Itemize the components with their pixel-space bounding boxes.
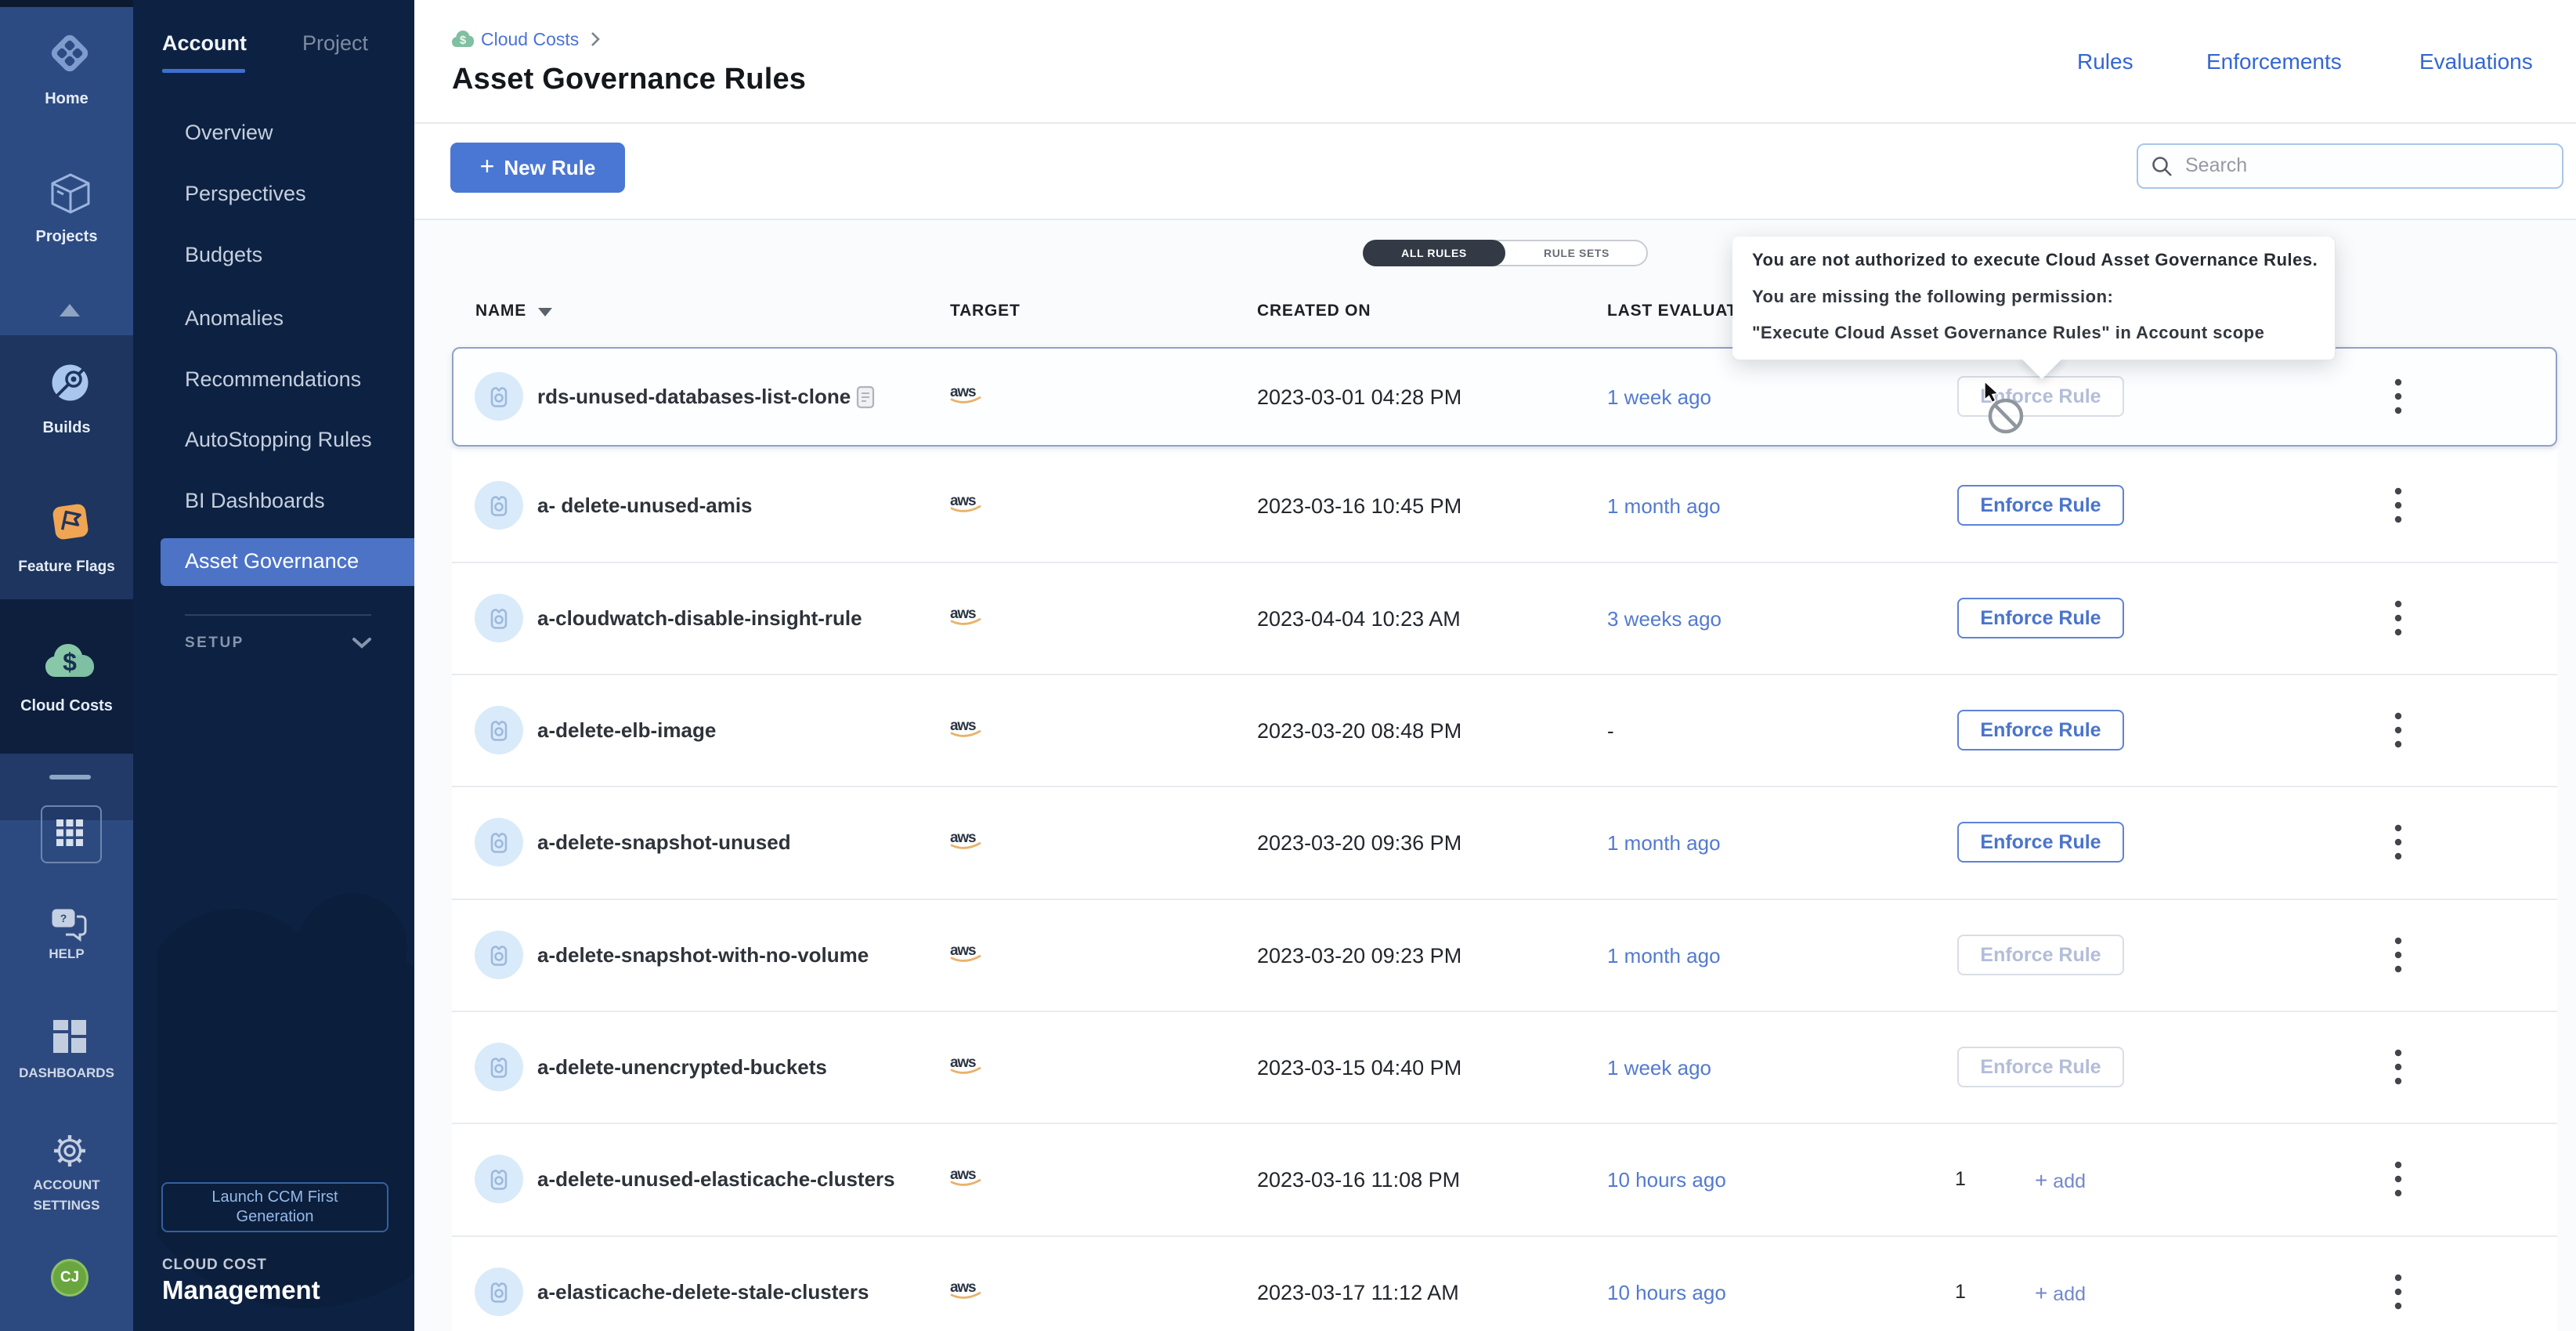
svg-text:aws: aws [950, 942, 976, 959]
svg-text:aws: aws [950, 606, 976, 622]
svg-text:aws: aws [950, 1054, 976, 1071]
svg-text:aws: aws [950, 718, 976, 734]
svg-text:?: ? [60, 912, 67, 924]
svg-text:aws: aws [950, 1279, 976, 1296]
svg-text:aws: aws [950, 830, 976, 846]
svg-text:aws: aws [950, 493, 976, 509]
svg-text:aws: aws [950, 384, 976, 400]
svg-text:$: $ [63, 648, 77, 676]
svg-text:$: $ [460, 34, 467, 47]
svg-text:aws: aws [950, 1166, 976, 1183]
